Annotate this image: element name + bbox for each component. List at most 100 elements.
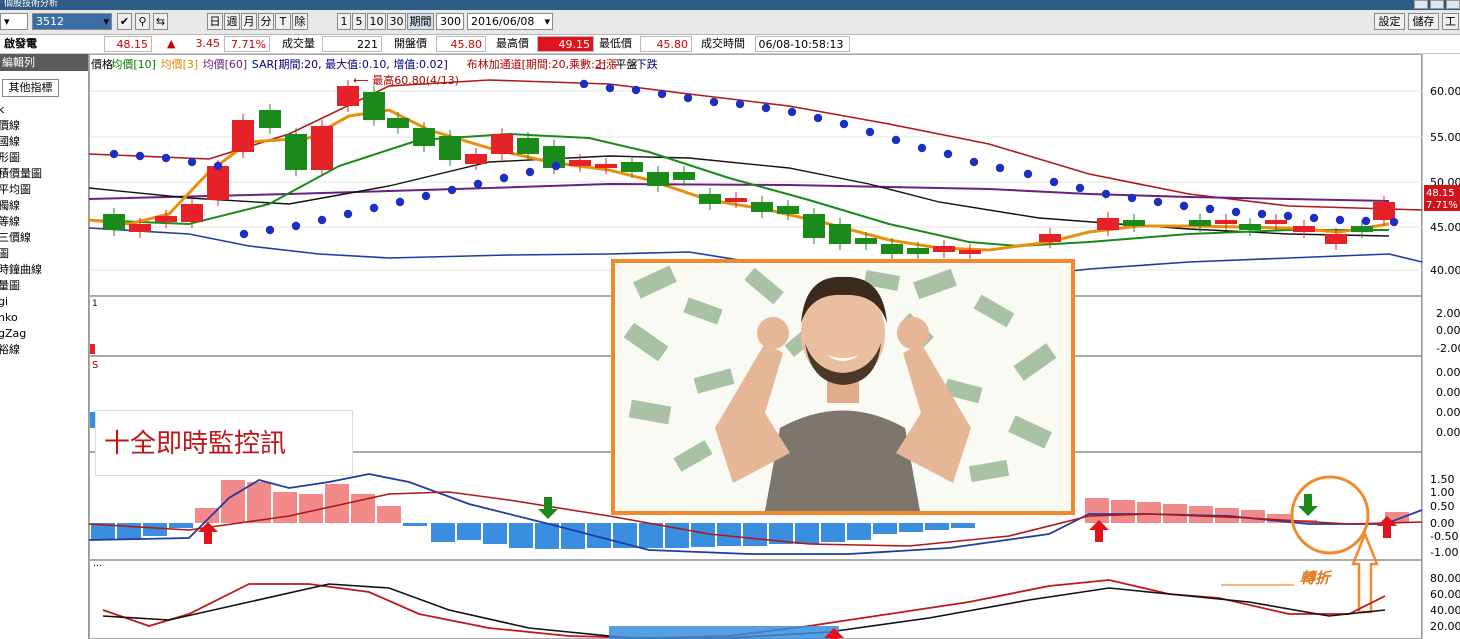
sar-dot [1257,209,1267,219]
tab-other-indicators[interactable]: 其他指標 [2,79,59,97]
legend-item: 均價[3] [161,57,199,71]
macd-histogram-bar [1241,510,1265,523]
sar-dot [1075,183,1085,193]
minimize-button[interactable] [1414,0,1428,9]
period-input[interactable]: 300 [436,13,464,30]
candle-body [1293,226,1315,232]
macd-histogram-bar [169,523,193,528]
candle-body [103,214,125,230]
settings-button[interactable]: 設定 [1374,13,1405,30]
link-icon[interactable]: ⚲ [135,13,150,30]
sidebar-item[interactable]: 三價線 [0,230,42,246]
candle-body [647,172,669,186]
time-label: 成交時間 [701,37,745,50]
candle-body [881,244,903,254]
maximize-button[interactable] [1430,0,1444,9]
macd-histogram-bar [247,482,271,523]
macd-histogram-bar [1163,504,1187,523]
period-minute-button[interactable]: 分 [258,13,274,30]
candle-body [1265,220,1287,224]
sar-dot [995,163,1005,173]
period-tick-button[interactable]: T [275,13,291,30]
sidebar-item[interactable]: 獨線 [0,198,42,214]
split-view-icon[interactable]: ⇆ [153,13,168,30]
sar-dot [525,167,535,177]
price-tag-percent: 7.71% [1426,200,1458,211]
sar-dot [447,185,457,195]
change-percent: 7.71% [224,36,270,52]
sar-dot [239,229,249,239]
sidebar-item[interactable]: 形圖 [0,150,42,166]
indicator-sidebar: 編輯列 其他指標 k價線國線形圖積價量圖平均圖獨線等線三價線圖時鐘曲線量圖gin… [0,54,89,639]
macd-histogram-bar [483,523,507,544]
volume-bar [90,344,95,354]
macd-tick-label: 0.50 [1430,500,1455,513]
minute-5-button[interactable]: 5 [352,13,366,30]
sidebar-item[interactable]: 平均圖 [0,182,42,198]
checkbox-icon[interactable]: ✔ [117,13,132,30]
panel3-tick-label: 0.00 [1436,366,1460,379]
close-button[interactable] [1446,0,1460,9]
sar-dot [369,203,379,213]
panel3-tick-label: 0.00 [1436,426,1460,439]
kd-tick-label: 80.00 [1430,572,1460,585]
panel2-marker: 1 [92,299,98,309]
sidebar-item[interactable]: 圖 [0,246,42,262]
macd-histogram-bar [925,523,949,530]
period-week-button[interactable]: 週 [224,13,240,30]
chevron-down-icon: ▾ [544,15,550,28]
sar-dot [969,157,979,167]
tools-button[interactable]: 工 [1442,13,1459,30]
candle-body [311,126,333,170]
celebrating-man-image [611,259,1075,515]
date-select[interactable]: 2016/06/08 ▾ [467,13,553,30]
candle-body [1215,220,1237,224]
minute-30-button[interactable]: 30 [387,13,406,30]
candle-body [959,250,981,254]
sar-dot [917,143,927,153]
sidebar-item[interactable]: 價線 [0,118,42,134]
sidebar-item[interactable]: 時鐘曲線 [0,262,42,278]
minute-1-button[interactable]: 1 [337,13,351,30]
candle-body [155,216,177,222]
minute-10-button[interactable]: 10 [367,13,386,30]
candle-body [1039,234,1061,242]
candle-body [803,214,825,238]
sar-dot [1361,216,1371,226]
ex-rights-button[interactable]: 除 [292,13,308,30]
candle-body [673,172,695,180]
sar-dot [761,103,771,113]
sidebar-item[interactable]: nko [0,310,42,326]
sar-dot [605,83,615,93]
sidebar-item[interactable]: 等線 [0,214,42,230]
sidebar-item[interactable]: k [0,102,42,118]
sar-dot [1127,193,1137,203]
stock-code-select[interactable]: 3512 ▾ [32,13,112,30]
candle-body [725,198,747,202]
macd-tick-label: 0.00 [1430,517,1455,530]
panel2-tick-label: -2.00 [1436,342,1460,355]
sar-dot [631,85,641,95]
macd-histogram-bar [1111,500,1135,523]
price-tag-value: 48.15 [1426,188,1455,199]
panel2-tick-label: 2.00 [1436,307,1460,320]
sidebar-item[interactable]: 裕線 [0,342,42,358]
period-month-button[interactable]: 月 [241,13,257,30]
sidebar-item[interactable]: 量圖 [0,278,42,294]
sidebar-item[interactable]: gZag [0,326,42,342]
sidebar-header: 編輯列 [0,54,88,71]
legend-item: 價格 [91,57,113,71]
sar-dot [317,215,327,225]
candle-body [751,202,773,212]
candle-body [232,120,254,152]
sidebar-item[interactable]: 國線 [0,134,42,150]
menu-dropdown[interactable]: ▾ [0,13,28,30]
period-day-button[interactable]: 日 [207,13,223,30]
macd-histogram-bar [743,523,767,546]
sidebar-item[interactable]: 積價量圖 [0,166,42,182]
save-button[interactable]: 儲存 [1408,13,1439,30]
sar-dot [735,99,745,109]
quote-bar: 啟發電 48.15 ▲ 3.45 7.71% 成交量 221 開盤價 45.80… [0,35,1460,54]
macd-histogram-bar [795,523,819,544]
sidebar-item[interactable]: gi [0,294,42,310]
